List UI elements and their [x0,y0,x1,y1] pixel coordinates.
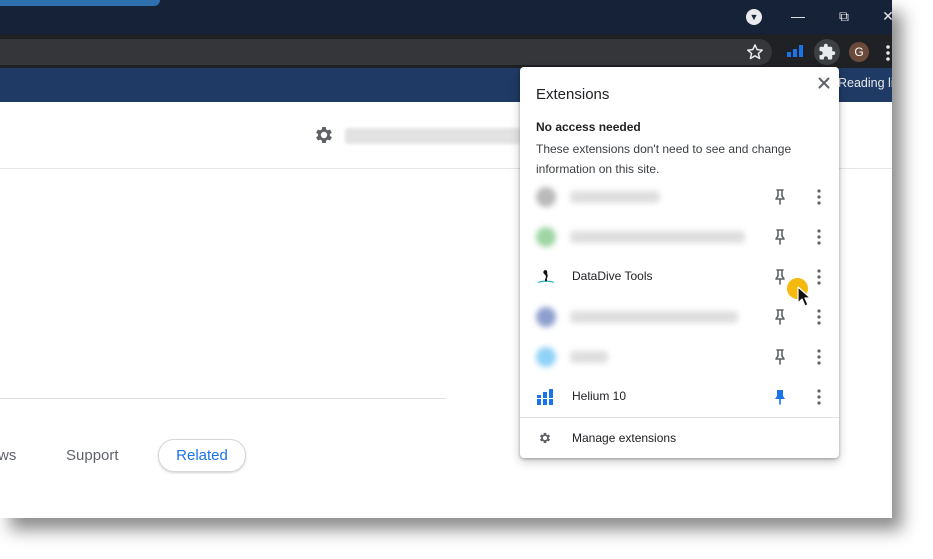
nav-tab-support[interactable]: Support [66,447,119,464]
helium10-toolbar-icon[interactable] [786,44,806,58]
puzzle-icon [819,43,836,60]
content-divider [0,398,446,399]
avatar[interactable]: G [849,42,869,62]
extension-row[interactable] [520,177,839,217]
manage-extensions-button[interactable]: Manage extensions [520,418,839,458]
extension-icon [536,227,556,247]
section-description: These extensions don't need to see and c… [536,142,792,176]
pin-icon[interactable] [773,348,787,366]
pin-icon[interactable] [773,188,787,206]
close-window-button[interactable]: ✕ [871,4,892,28]
more-options-icon[interactable] [816,348,822,366]
tab-search-button[interactable]: ▼ [746,9,762,25]
blurred-extension-name [570,351,608,363]
nav-tab-partial[interactable]: ws [0,447,16,464]
address-bar[interactable] [0,39,772,65]
nav-tab-related[interactable]: Related [158,439,246,472]
blurred-header-text [345,128,520,144]
datadive-icon [537,270,555,284]
gear-icon [539,432,551,444]
extension-name: Helium 10 [572,389,627,403]
gear-icon[interactable] [313,124,335,146]
maximize-button[interactable]: ⧉ [827,4,861,28]
extension-row[interactable] [520,297,839,337]
extensions-button[interactable] [814,39,840,65]
chevron-down-icon: ▼ [749,12,759,22]
extension-row[interactable] [520,337,839,377]
mouse-cursor-icon [797,286,811,307]
extension-row-helium-10[interactable]: Helium 10 [520,377,839,417]
kebab-icon[interactable] [885,44,891,62]
blurred-extension-name [570,231,745,243]
extensions-popup: Extensions No access needed These extens… [520,67,839,458]
popup-title: Extensions [536,86,610,103]
close-icon[interactable] [816,75,832,91]
extension-name: DataDive Tools [572,269,653,283]
more-options-icon[interactable] [816,188,822,206]
extension-icon [536,187,556,207]
blurred-extension-name [570,311,738,323]
pin-icon-pinned[interactable] [773,388,787,406]
more-options-icon[interactable] [816,388,822,406]
extension-icon [536,307,556,327]
browser-screenshot: ▼ — ⧉ ✕ G Reading lis ws Support Related… [0,0,892,518]
more-options-icon[interactable] [816,228,822,246]
reading-list-button[interactable]: Reading lis [838,76,892,90]
more-options-icon[interactable] [816,268,822,286]
section-heading: No access needed [536,120,641,134]
active-tab[interactable] [0,0,160,6]
pin-icon[interactable] [773,268,787,286]
pin-icon[interactable] [773,228,787,246]
more-options-icon[interactable] [816,308,822,326]
blurred-extension-name [570,191,660,203]
extension-icon [536,347,556,367]
pin-icon[interactable] [773,308,787,326]
manage-extensions-label: Manage extensions [572,431,677,445]
minimize-button[interactable]: — [781,4,815,28]
star-icon[interactable] [745,42,765,62]
extension-row[interactable] [520,217,839,257]
helium10-icon [537,389,553,405]
